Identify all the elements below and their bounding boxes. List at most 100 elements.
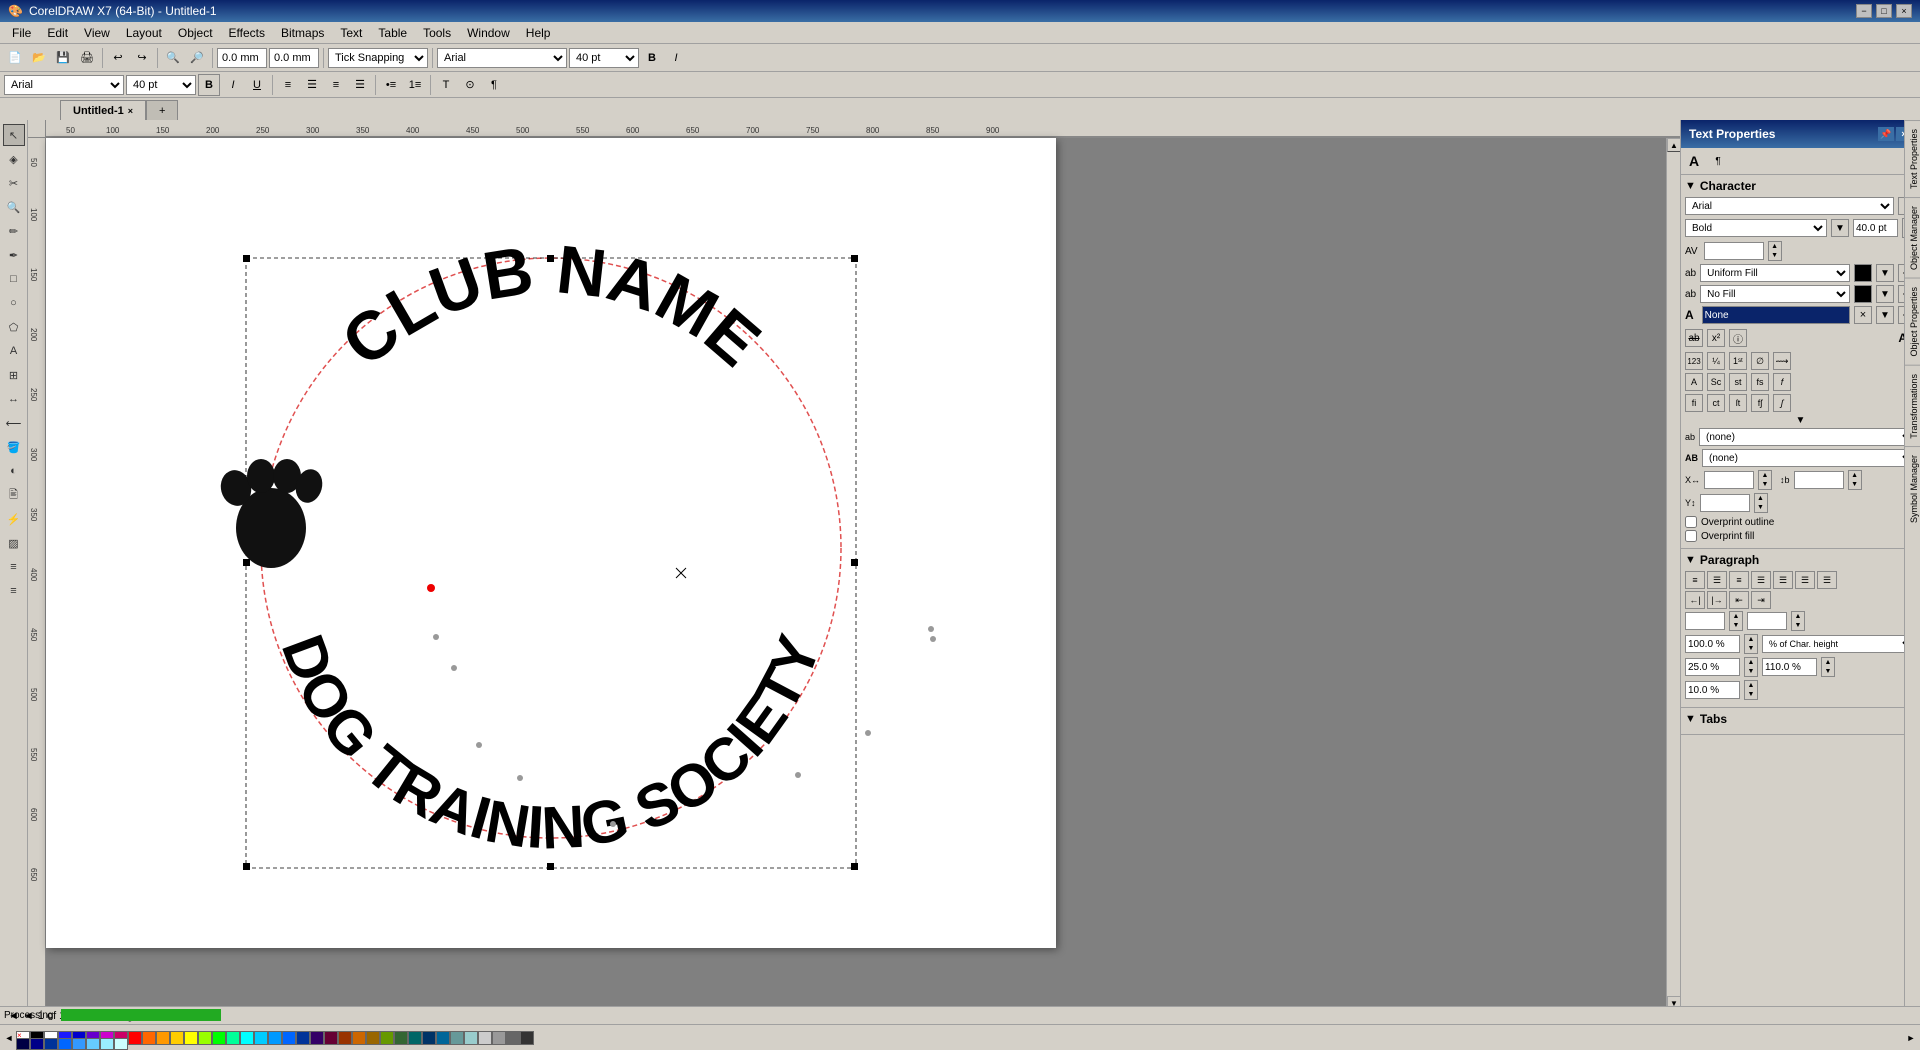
swatch-c8[interactable] (156, 1031, 170, 1045)
st-icon[interactable]: st (1729, 373, 1747, 391)
tab-close-icon[interactable]: × (128, 106, 133, 116)
swatch-c31[interactable] (478, 1031, 492, 1045)
text-frame-btn[interactable]: T (435, 74, 457, 96)
bg-fill-select[interactable]: No Fill (1700, 285, 1850, 303)
colorbar-scroll-right[interactable]: ► (1904, 1031, 1918, 1045)
y-spinner[interactable]: ▲ ▼ (1848, 470, 1862, 490)
select-tool[interactable]: ↖ (3, 124, 25, 146)
para-align-left[interactable]: ≡ (1685, 571, 1705, 589)
line-spacing-input[interactable] (1685, 635, 1740, 653)
size-input[interactable] (1853, 219, 1898, 237)
menu-effects[interactable]: Effects (221, 24, 273, 42)
ordinal-icon[interactable]: 1ˢᵗ (1729, 352, 1747, 370)
swatch2-c4[interactable] (58, 1038, 72, 1045)
swatch-c26[interactable] (408, 1031, 422, 1045)
font-select2[interactable]: Arial (4, 75, 124, 95)
para-align-justify[interactable]: ☰ (1751, 571, 1771, 589)
swatch-c17[interactable] (282, 1031, 296, 1045)
swatch2-c3[interactable] (44, 1038, 58, 1045)
zoom-out-btn[interactable]: 🔎 (186, 47, 208, 69)
fi-icon[interactable]: fi (1685, 394, 1703, 412)
fill-color-box[interactable] (1854, 264, 1872, 282)
freehand-tool[interactable]: ✏ (3, 220, 25, 242)
av-input[interactable] (1704, 242, 1764, 260)
spacing-spinner2[interactable]: ▲ ▼ (1791, 611, 1805, 631)
swatch-c23[interactable] (366, 1031, 380, 1045)
print-btn[interactable]: 🖨 (76, 47, 98, 69)
info-icon[interactable]: ⓘ (1729, 329, 1747, 347)
swatch-c14[interactable] (240, 1031, 254, 1045)
swatch-c24[interactable] (380, 1031, 394, 1045)
uppercase-icon[interactable]: A (1685, 373, 1703, 391)
x-input[interactable] (1704, 471, 1754, 489)
av-down[interactable]: ▼ (1769, 251, 1781, 260)
bg-color-box[interactable] (1854, 285, 1872, 303)
fill-more-btn[interactable]: ▼ (1876, 264, 1894, 282)
indent-first-btn[interactable]: ⇤ (1729, 591, 1749, 609)
menu-edit[interactable]: Edit (39, 24, 76, 42)
swatch-c12[interactable] (212, 1031, 226, 1045)
underline-btn[interactable]: U (246, 74, 268, 96)
superscript-icon[interactable]: x² (1707, 329, 1725, 347)
swatch-c34[interactable] (520, 1031, 534, 1045)
font-select[interactable]: Arial (437, 48, 567, 68)
swatch-c27[interactable] (422, 1031, 436, 1045)
panel-pin-btn[interactable]: 📌 (1878, 127, 1894, 141)
number-btn[interactable]: 1≡ (404, 74, 426, 96)
y2-spinner[interactable]: ▲ ▼ (1754, 493, 1768, 513)
swatch-c22[interactable] (352, 1031, 366, 1045)
vtab-transformations[interactable]: Transformations (1905, 365, 1920, 447)
y2-input[interactable] (1700, 494, 1750, 512)
fontsize-select[interactable]: 40 pt (569, 48, 639, 68)
coord-x-input[interactable] (217, 48, 267, 68)
swatch2-c6[interactable] (86, 1038, 100, 1045)
x-spinner[interactable]: ▲ ▼ (1758, 470, 1772, 490)
before-para-input[interactable] (1685, 658, 1740, 676)
swatch-c29[interactable] (450, 1031, 464, 1045)
align-center-btn[interactable]: ☰ (301, 74, 323, 96)
swatch-c19[interactable] (310, 1031, 324, 1045)
eyedropper-tool[interactable]: 🖹 (3, 484, 25, 506)
dimension-tool[interactable]: ↔ (3, 388, 25, 410)
fs-icon[interactable]: fs (1751, 373, 1769, 391)
indent-left-btn[interactable]: ←| (1685, 591, 1705, 609)
italic-btn2[interactable]: I (222, 74, 244, 96)
swatch-c9[interactable] (170, 1031, 184, 1045)
spacing-spinner1[interactable]: ▲ ▼ (1729, 611, 1743, 631)
swatch-c16[interactable] (268, 1031, 282, 1045)
swatch-c6[interactable] (128, 1031, 142, 1045)
swatch2-c2[interactable] (30, 1038, 44, 1045)
av-up[interactable]: ▲ (1769, 242, 1781, 251)
para-btn[interactable]: ¶ (483, 74, 505, 96)
overprint-fill-checkbox[interactable] (1685, 530, 1697, 542)
interactive-tool[interactable]: ⚡ (3, 508, 25, 530)
character-section-header[interactable]: ▼ Character (1685, 179, 1916, 193)
transparency-tool[interactable]: ▨ (3, 532, 25, 554)
fill-type-select[interactable]: Uniform Fill (1700, 264, 1850, 282)
menu-help[interactable]: Help (518, 24, 559, 42)
swatch-c7[interactable] (142, 1031, 156, 1045)
open-btn[interactable]: 📂 (28, 47, 50, 69)
spacing-input2[interactable] (1747, 612, 1787, 630)
coord-y-input[interactable] (269, 48, 319, 68)
redo-btn[interactable]: ↪ (131, 47, 153, 69)
menu-layout[interactable]: Layout (118, 24, 170, 42)
shadow-tool[interactable]: ≡ (3, 580, 25, 602)
before-spinner[interactable]: ▲ ▼ (1744, 657, 1758, 677)
menu-tools[interactable]: Tools (415, 24, 459, 42)
zoom-in-btn[interactable]: 🔍 (162, 47, 184, 69)
bold-btn[interactable]: B (641, 47, 663, 69)
style-dropdown-btn[interactable]: ▼ (1831, 219, 1849, 237)
close-button[interactable]: × (1896, 4, 1912, 18)
after-para-input2[interactable] (1685, 681, 1740, 699)
save-btn[interactable]: 💾 (52, 47, 74, 69)
undo-btn[interactable]: ↩ (107, 47, 129, 69)
vtab-text-properties[interactable]: Text Properties (1905, 120, 1920, 197)
line-spacing-type[interactable]: % of Char. height (1762, 635, 1916, 653)
swatch2-c8[interactable] (114, 1038, 128, 1045)
menu-table[interactable]: Table (370, 24, 415, 42)
menu-file[interactable]: File (4, 24, 39, 42)
scroll-right[interactable]: ▲ ▼ (1666, 138, 1680, 1010)
ellipse-tool[interactable]: ○ (3, 292, 25, 314)
menu-bitmaps[interactable]: Bitmaps (273, 24, 332, 42)
